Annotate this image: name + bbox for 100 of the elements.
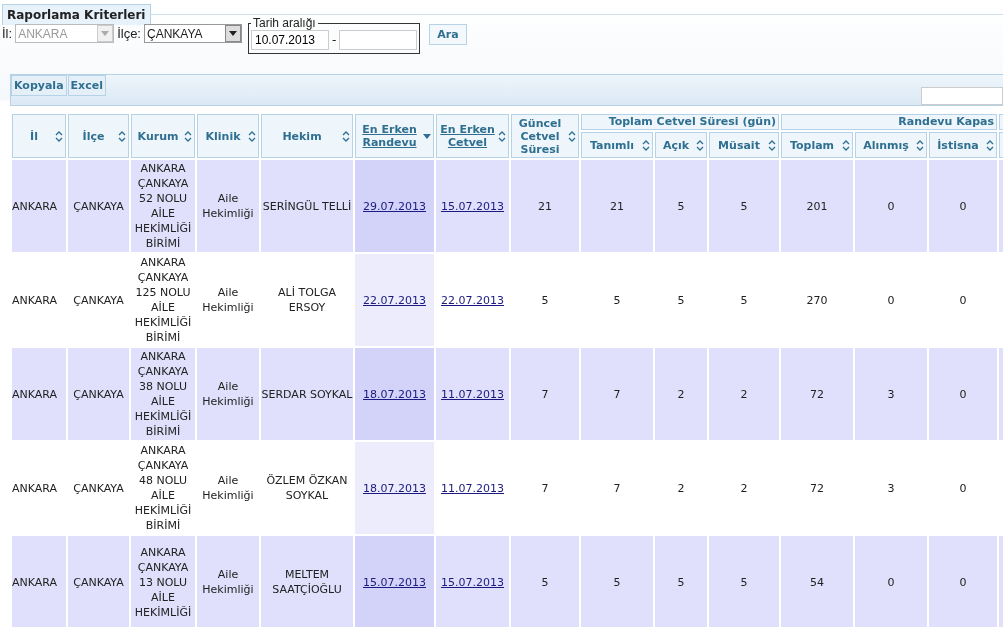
- table-cell: 5: [677, 198, 685, 214]
- table-cell: 0: [887, 292, 895, 308]
- table-cell: 3: [887, 386, 895, 402]
- district-select[interactable]: ÇANKAYA: [143, 24, 242, 43]
- province-label: İl:: [2, 26, 13, 41]
- table-cell: 7: [541, 386, 549, 402]
- date-link[interactable]: 22.07.2013: [441, 292, 504, 308]
- date-link[interactable]: 15.07.2013: [441, 198, 504, 214]
- toolbar-button[interactable]: Kopyala: [11, 75, 67, 96]
- table-cell: 5: [740, 198, 748, 214]
- sort-icon: [55, 130, 63, 142]
- table-cell-text: ANKARA ÇANKAYA 38 NOLU AİLE HEKİMLİĞİ BİRİMİ: [133, 349, 193, 439]
- table-cell: ANKARA: [12, 574, 58, 590]
- table-cell: 21: [538, 198, 552, 214]
- table-cell-text: ANKARA ÇANKAYA 13 NOLU AİLE HEKİMLİĞİ: [133, 544, 193, 620]
- table-cell: ÇANKAYA: [73, 480, 124, 496]
- column-group-header: Toplam Cetvel Süresi (gün): [581, 114, 779, 130]
- sort-icon: [696, 139, 704, 151]
- sort-icon: [842, 139, 850, 151]
- table-cell-text: ANKARA ÇANKAYA 52 NOLU AİLE HEKİMLİĞİ BİRİMİ: [133, 161, 193, 251]
- range-separator: -: [331, 33, 337, 47]
- table-cell-text: Aile Hekimliği: [201, 567, 255, 597]
- table-cell-text: Aile Hekimliği: [201, 285, 255, 315]
- table-cell: 270: [806, 292, 828, 308]
- table-cell: 5: [740, 574, 748, 590]
- date-link[interactable]: 15.07.2013: [441, 574, 504, 590]
- table-cell: ÇANKAYA: [73, 574, 124, 590]
- column-header[interactable]: İstisna: [929, 132, 997, 158]
- table-cell: 0: [959, 386, 967, 402]
- table-cell: 5: [677, 292, 685, 308]
- table-cell: ANKARA: [12, 198, 58, 214]
- column-group-header: Randevu Kapas: [781, 114, 997, 130]
- date-link[interactable]: 15.07.2013: [363, 574, 426, 590]
- table-cell: 2: [677, 386, 685, 402]
- table-cell: 0: [959, 480, 967, 496]
- sort-icon: [248, 130, 256, 142]
- table-cell: 0: [959, 292, 967, 308]
- column-header[interactable]: İl: [12, 114, 66, 158]
- table-cell: ÇANKAYA: [73, 292, 124, 308]
- sort-icon: [916, 139, 924, 151]
- toolbar-button[interactable]: Excel: [67, 75, 106, 96]
- table-cell: 2: [740, 480, 748, 496]
- column-header[interactable]: Tanımlı: [581, 132, 653, 158]
- table-cell: 201: [806, 198, 828, 214]
- date-range-legend: Tarih aralığı: [250, 16, 318, 30]
- table-cell-text: ANKARA ÇANKAYA 48 NOLU AİLE HEKİMLİĞİ BİRİMİ: [133, 443, 193, 533]
- district-label: İlçe:: [117, 26, 141, 41]
- table-cell: 5: [740, 292, 748, 308]
- table-cell: 72: [810, 386, 824, 402]
- table-cell: 54: [810, 574, 824, 590]
- table-cell: 7: [541, 480, 549, 496]
- table-cell: ANKARA: [12, 386, 58, 402]
- table-cell: 5: [541, 292, 549, 308]
- column-header[interactable]: Güncel Cetvel Süresi: [511, 114, 579, 158]
- column-header[interactable]: Hekim: [261, 114, 353, 158]
- date-link[interactable]: 18.07.2013: [363, 386, 426, 402]
- table-cell: ÇANKAYA: [73, 386, 124, 402]
- column-header[interactable]: En Erken Randevu: [355, 114, 434, 158]
- caret-icon: [228, 31, 237, 36]
- column-header[interactable]: Toplam: [781, 132, 853, 158]
- table-cell: ANKARA: [12, 292, 58, 308]
- date-link[interactable]: 11.07.2013: [441, 480, 504, 496]
- table-cell: 2: [740, 386, 748, 402]
- table-cell: 21: [610, 198, 624, 214]
- sort-icon: [986, 139, 994, 151]
- table-cell: 5: [677, 574, 685, 590]
- table-cell: 5: [541, 574, 549, 590]
- table-cell: 5: [613, 292, 621, 308]
- search-button[interactable]: Ara: [429, 24, 467, 45]
- date-link[interactable]: 29.07.2013: [363, 198, 426, 214]
- table-cell-text: ALİ TOLGA ERSOY: [277, 285, 337, 315]
- column-header[interactable]: Alınmış: [855, 132, 927, 158]
- table-cell-text: MELTEM SAATÇİOĞLU: [271, 567, 343, 597]
- date-link[interactable]: 22.07.2013: [363, 292, 426, 308]
- column-header[interactable]: En Erken Cetvel: [436, 114, 509, 158]
- end-date-field[interactable]: [339, 30, 418, 50]
- start-date-field[interactable]: 10.07.2013: [250, 30, 329, 50]
- column-header[interactable]: Müsait: [709, 132, 779, 158]
- table-cell: SERDAR SOYKAL: [261, 386, 353, 402]
- table-cell: ÇANKAYA: [73, 198, 124, 214]
- table-cell-text: Aile Hekimliği: [201, 473, 255, 503]
- sort-icon: [768, 139, 776, 151]
- sort-icon: [642, 139, 650, 151]
- column-header[interactable]: Klinik: [197, 114, 259, 158]
- column-header[interactable]: Açık: [655, 132, 707, 158]
- table-cell: 2: [677, 480, 685, 496]
- sort-icon: [118, 130, 126, 142]
- column-header[interactable]: Kurum: [131, 114, 195, 158]
- date-link[interactable]: 11.07.2013: [441, 386, 504, 402]
- date-link[interactable]: 18.07.2013: [363, 480, 426, 496]
- caret-icon: [101, 31, 110, 36]
- table-cell: 0: [887, 198, 895, 214]
- sort-icon: [342, 130, 350, 142]
- column-header[interactable]: İlçe: [68, 114, 129, 158]
- table-cell: 7: [613, 386, 621, 402]
- table-cell: 7: [613, 480, 621, 496]
- filter-field[interactable]: [921, 87, 1003, 105]
- table-cell-text: ÖZLEM ÖZKAN SOYKAL: [265, 473, 349, 503]
- sort-icon: [498, 130, 506, 142]
- table-cell: 5: [613, 574, 621, 590]
